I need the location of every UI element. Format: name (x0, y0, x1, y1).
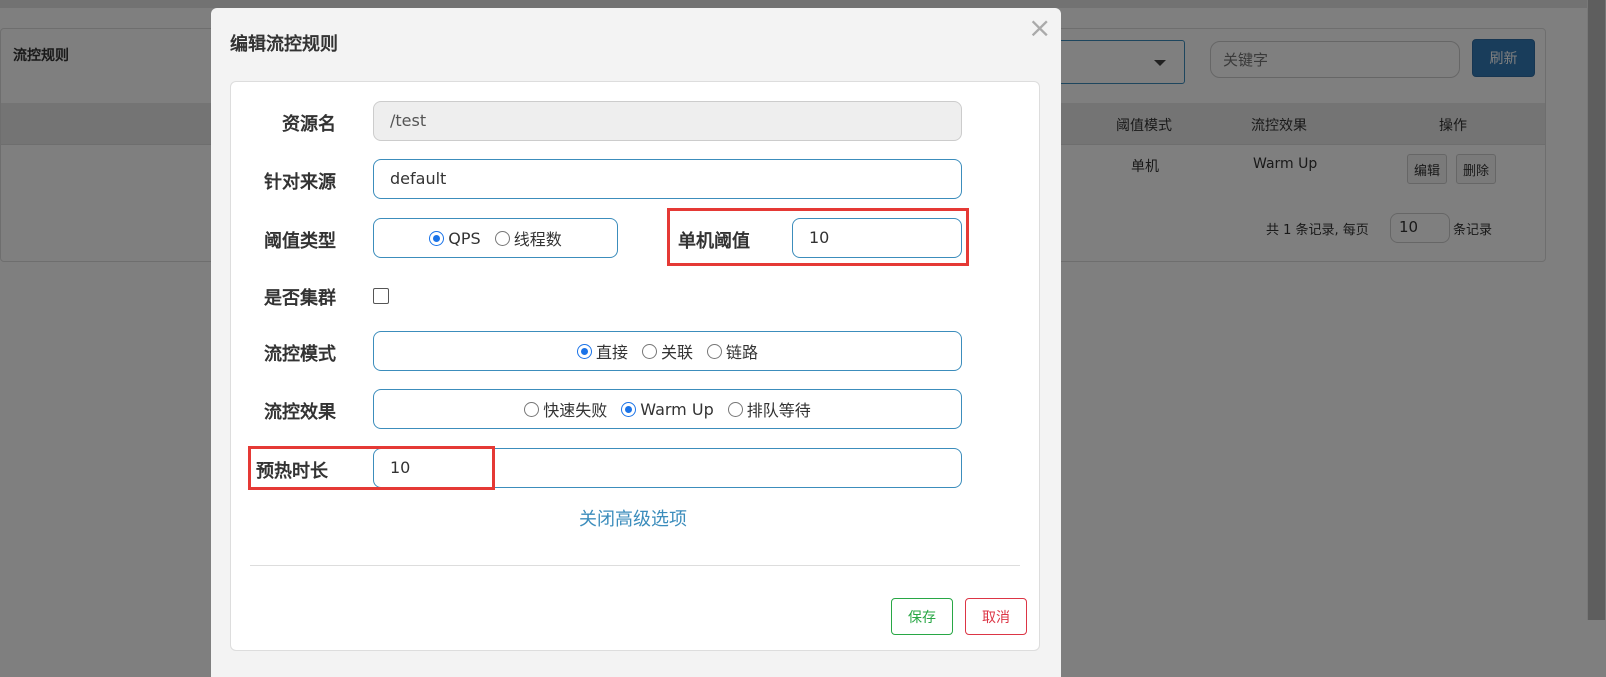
radio-unchecked-icon (707, 343, 722, 359)
resource-field: /test (373, 101, 962, 141)
flow-effect-label: 流控效果 (264, 402, 336, 423)
close-advanced-link[interactable]: 关闭高级选项 (579, 505, 687, 531)
cluster-label: 是否集群 (264, 288, 336, 309)
radio-checked-icon (621, 401, 637, 417)
flow-mode-group: 直接 关联 链路 (373, 331, 962, 371)
dialog-title: 编辑流控规则 (230, 34, 338, 55)
radio-checked-icon (429, 230, 445, 246)
threshold-type-label: 阈值类型 (264, 231, 336, 252)
single-threshold-input[interactable]: 10 (792, 218, 962, 258)
origin-field[interactable]: default (373, 159, 962, 199)
dialog-form: 资源名 /test 针对来源 default 阈值类型 QPS 线程数 单机阈值… (230, 81, 1040, 651)
divider (250, 565, 1020, 566)
threshold-type-group: QPS 线程数 (373, 218, 618, 258)
radio-qps[interactable]: QPS (429, 229, 481, 248)
cluster-checkbox[interactable] (373, 288, 389, 304)
radio-threads[interactable]: 线程数 (494, 226, 562, 250)
radio-unchecked-icon (494, 230, 510, 246)
radio-unchecked-icon (641, 343, 657, 359)
radio-unchecked-icon (524, 401, 540, 417)
radio-unchecked-icon (727, 401, 743, 417)
flow-effect-group: 快速失败 Warm Up 排队等待 (373, 389, 962, 429)
radio-related[interactable]: 关联 (641, 339, 693, 363)
radio-chain[interactable]: 链路 (707, 339, 758, 363)
warmup-label: 预热时长 (256, 461, 328, 482)
radio-queue[interactable]: 排队等待 (727, 397, 811, 421)
single-threshold-label: 单机阈值 (678, 231, 750, 252)
cancel-button[interactable]: 取消 (965, 598, 1027, 635)
origin-label: 针对来源 (264, 172, 336, 193)
radio-fast-fail[interactable]: 快速失败 (524, 397, 607, 421)
edit-rule-dialog: 编辑流控规则 × 资源名 /test 针对来源 default 阈值类型 QPS… (211, 8, 1061, 677)
save-button[interactable]: 保存 (891, 598, 953, 635)
resource-label: 资源名 (282, 114, 336, 135)
radio-warm-up[interactable]: Warm Up (621, 400, 714, 419)
flow-mode-label: 流控模式 (264, 344, 336, 365)
close-icon[interactable]: × (1028, 14, 1051, 42)
radio-checked-icon (576, 343, 592, 359)
radio-direct[interactable]: 直接 (576, 339, 628, 363)
